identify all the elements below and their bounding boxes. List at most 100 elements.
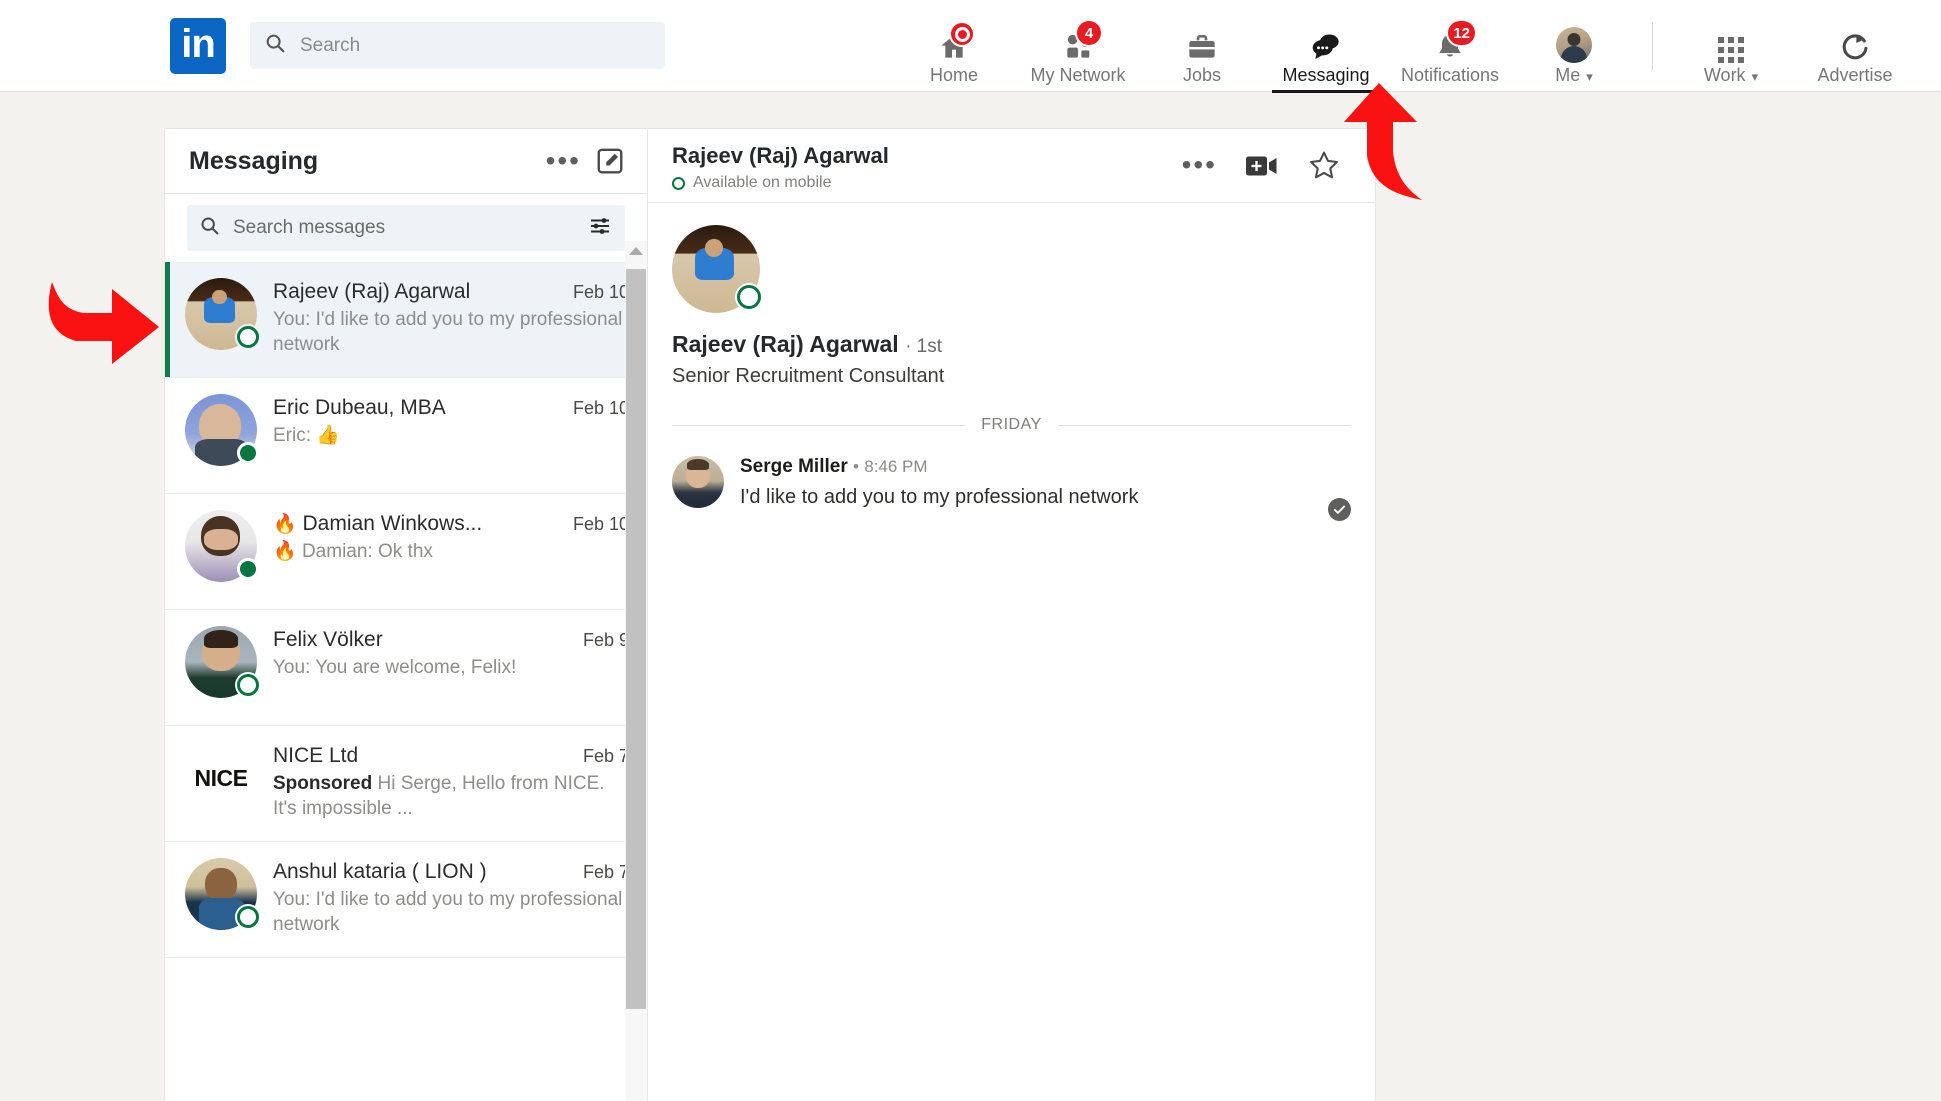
presence-ring-icon: [672, 176, 685, 190]
nav-left-group: in: [170, 17, 665, 74]
list-item[interactable]: Felix Völker Feb 9 You: You are welcome,…: [165, 610, 647, 726]
list-overflow-menu-button[interactable]: •••: [532, 146, 595, 174]
search-messages-box[interactable]: [187, 205, 625, 251]
conversation-name: Eric Dubeau, MBA: [273, 396, 446, 419]
conversation-avatar: [185, 278, 259, 350]
conversation-avatar: [185, 510, 259, 582]
divider-line: [672, 424, 966, 426]
nav-item-advertise[interactable]: Advertise: [1793, 0, 1917, 92]
thread-participant-name: Rajeev (Raj) Agarwal: [672, 143, 889, 168]
nav-label-me: Me: [1555, 65, 1581, 85]
conversation-thread-panel: Rajeev (Raj) Agarwal Available on mobile…: [648, 129, 1375, 1101]
conversation-list-panel: Messaging ••• Search messages Rajeev (Ra…: [165, 129, 648, 1101]
conversation-avatar: [185, 626, 259, 698]
home-badge: [949, 21, 975, 47]
flame-icon: 🔥: [273, 541, 297, 562]
nav-right-group: Home 4 My Network Jobs Messaging 12 Noti…: [892, 0, 1941, 93]
nav-item-jobs[interactable]: Jobs: [1140, 0, 1264, 92]
search-icon: [264, 32, 286, 59]
nav-label-home: Home: [929, 65, 978, 85]
conversation-name: Felix Völker: [273, 628, 383, 651]
thread-body: Rajeev (Raj) Agarwal · 1st Senior Recrui…: [648, 203, 1375, 1101]
presence-indicator-mobile: [237, 674, 259, 696]
message-timestamp: 8:46 PM: [864, 457, 928, 476]
conversation-snippet: You: You are welcome, Felix!: [273, 657, 517, 678]
nav-item-notifications[interactable]: 12 Notifications: [1388, 0, 1512, 92]
message-separator: •: [853, 457, 859, 476]
conversation-snippet: You: I'd like to add you to my professio…: [273, 889, 623, 936]
nav-label-advertise: Advertise: [1817, 65, 1893, 85]
conversation-snippet: 🔥 Damian: Ok thx: [273, 541, 433, 562]
presence-indicator-online: [237, 442, 259, 464]
flame-icon: 🔥: [273, 514, 297, 535]
conversation-list-scrollbar[interactable]: [625, 241, 647, 1101]
nav-item-work[interactable]: Work ▾: [1669, 0, 1793, 92]
arrow-pointing-to-selected-conversation: [48, 282, 159, 364]
presence-indicator-online: [237, 558, 259, 580]
filter-icon[interactable]: [579, 214, 613, 243]
messaging-title: Messaging: [189, 146, 319, 175]
nav-item-my-network[interactable]: 4 My Network: [1016, 0, 1140, 92]
nav-label-notifications: Notifications: [1400, 65, 1500, 85]
chevron-down-icon: ▾: [1586, 69, 1593, 84]
message-sender-name: Serge Miller: [740, 456, 848, 477]
nav-divider: [1652, 22, 1653, 70]
bell-icon: 12: [1433, 19, 1477, 63]
search-input[interactable]: [298, 33, 651, 58]
conversation-list[interactable]: Rajeev (Raj) Agarwal Feb 10 You: I'd lik…: [165, 262, 647, 1101]
message-row: Serge Miller • 8:46 PM I'd like to add y…: [672, 452, 1351, 521]
message-delivered-icon: [1328, 498, 1351, 521]
conversation-name: Anshul kataria ( LION ): [273, 860, 487, 883]
divider-line: [1057, 424, 1352, 426]
conversation-date: Feb 10: [572, 282, 629, 302]
thread-profile-name: Rajeev (Raj) Agarwal · 1st: [672, 331, 943, 357]
video-call-button[interactable]: [1233, 153, 1291, 179]
conversation-snippet: Sponsored Hi Serge, Hello from NICE. It'…: [273, 773, 605, 820]
avatar: [1556, 23, 1592, 63]
scroll-up-arrow-icon[interactable]: [629, 247, 643, 255]
messaging-module: Messaging ••• Search messages Rajeev (Ra…: [164, 128, 1376, 1101]
list-item[interactable]: 🔥 Damian Winkows... Feb 10 🔥 Damian: Ok …: [165, 494, 647, 610]
nav-item-messaging[interactable]: Messaging: [1264, 0, 1388, 93]
connection-degree: · 1st: [905, 336, 943, 357]
conversation-name: 🔥 Damian Winkows...: [273, 512, 483, 535]
star-conversation-button[interactable]: [1295, 149, 1353, 182]
list-item[interactable]: NICE NICE Ltd Feb 7 Sponsored Hi Serge, …: [165, 726, 647, 842]
message-meta: Serge Miller • 8:46 PM: [740, 456, 1311, 478]
message-sender-avatar[interactable]: [672, 456, 724, 508]
list-item[interactable]: Anshul kataria ( LION ) Feb 7 You: I'd l…: [165, 842, 647, 958]
nav-item-home[interactable]: Home: [892, 0, 1016, 92]
nav-item-me[interactable]: Me ▾: [1512, 0, 1636, 92]
presence-indicator-mobile: [737, 285, 761, 309]
conversation-snippet: Eric: 👍: [273, 425, 340, 446]
search-messages-input[interactable]: [231, 216, 579, 240]
conversation-name: Rajeev (Raj) Agarwal: [273, 280, 471, 303]
nav-label-work: Work: [1703, 65, 1746, 85]
conversation-date: Feb 9: [582, 630, 629, 650]
list-item[interactable]: Eric Dubeau, MBA Feb 10 Eric: 👍: [165, 378, 647, 494]
nav-label-my-network: My Network: [1030, 65, 1126, 85]
conversation-avatar: NICE: [185, 742, 257, 814]
thread-presence-status: Available on mobile: [672, 174, 1170, 192]
day-divider: FRIDAY: [672, 416, 1352, 434]
conversation-list-header: Messaging •••: [165, 129, 647, 194]
conversation-date: Feb 7: [582, 746, 629, 766]
conversation-date: Feb 7: [582, 862, 629, 882]
list-item[interactable]: Rajeev (Raj) Agarwal Feb 10 You: I'd lik…: [165, 262, 647, 378]
presence-indicator-mobile: [237, 906, 259, 928]
thread-profile-headline: Senior Recruitment Consultant: [672, 365, 945, 387]
linkedin-logo-icon[interactable]: in: [170, 17, 226, 74]
thread-overflow-menu-button[interactable]: •••: [1170, 151, 1229, 179]
scrollbar-thumb[interactable]: [626, 269, 646, 1009]
notifications-badge: 12: [1446, 19, 1477, 47]
sponsored-badge: Sponsored: [273, 773, 373, 794]
conversation-avatar: [185, 858, 259, 930]
thread-header: Rajeev (Raj) Agarwal Available on mobile…: [648, 129, 1375, 203]
compose-message-button[interactable]: [595, 146, 625, 176]
message-text: I'd like to add you to my professional n…: [740, 486, 1139, 508]
thread-profile-avatar[interactable]: [672, 225, 761, 313]
global-search-box[interactable]: [250, 22, 665, 69]
network-icon: 4: [1061, 19, 1103, 63]
chevron-down-icon: ▾: [1751, 69, 1759, 84]
presence-indicator-mobile: [237, 326, 259, 348]
